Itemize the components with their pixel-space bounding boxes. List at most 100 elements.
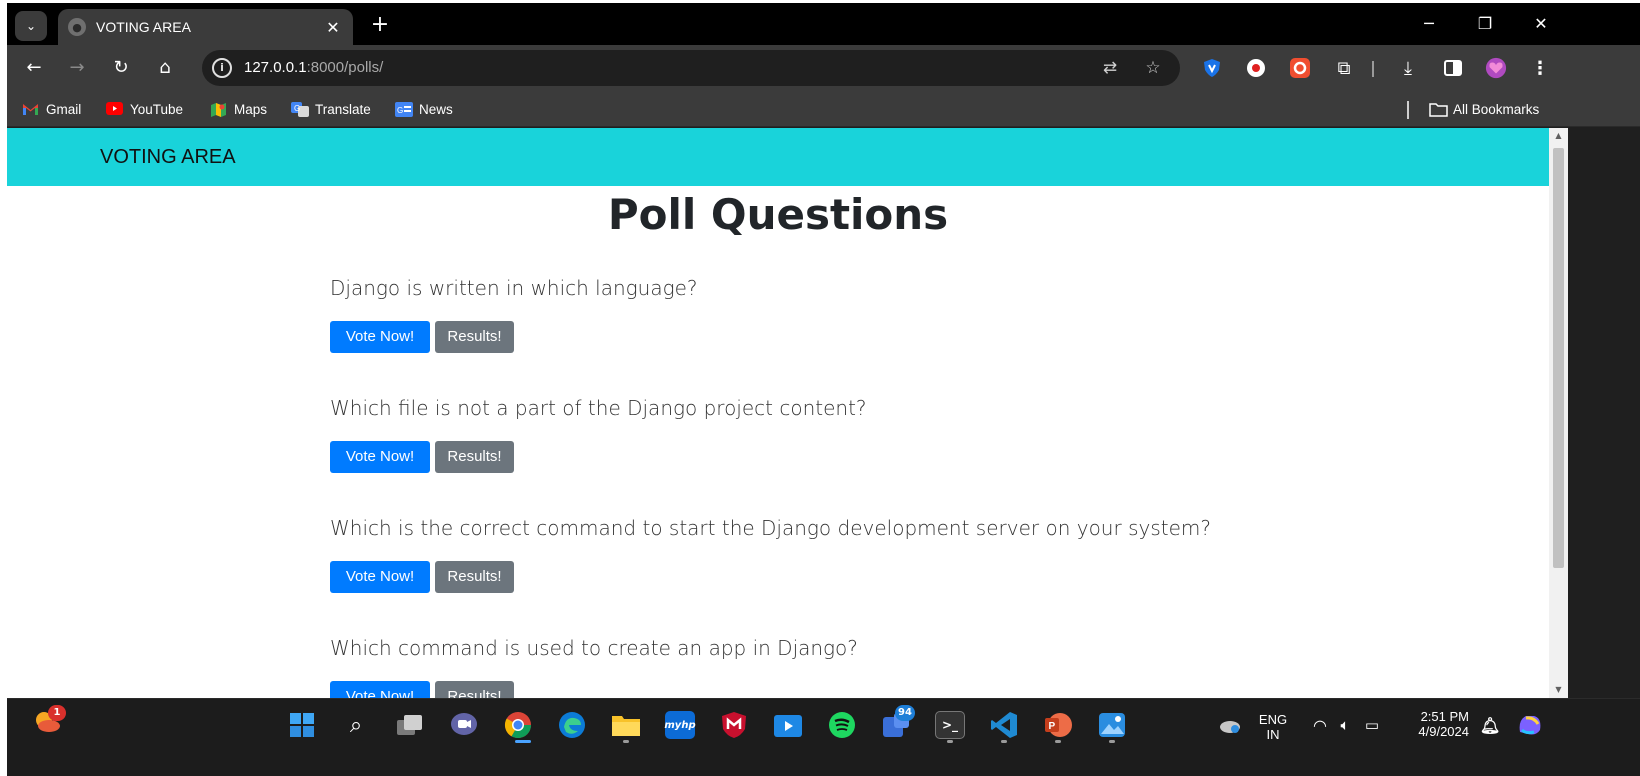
edge-icon[interactable] — [557, 711, 587, 739]
battery-icon[interactable]: ▭ — [1357, 711, 1387, 739]
clock-time: 2:51 PM — [1420, 709, 1469, 724]
weather-badge: 1 — [48, 705, 66, 721]
bookmark-news[interactable]: G News — [395, 99, 453, 119]
onedrive-icon[interactable] — [1217, 711, 1243, 739]
tab-title: VOTING AREA — [96, 19, 191, 35]
copilot-icon[interactable] — [1515, 711, 1545, 739]
youtube-icon — [106, 102, 123, 116]
bookmark-star-icon[interactable]: ☆ — [1142, 57, 1164, 79]
volume-icon[interactable]: 🔈︎ — [1330, 711, 1360, 739]
mcafee-icon[interactable] — [719, 711, 749, 739]
active-app-indicator — [515, 740, 531, 743]
photos-icon[interactable] — [1097, 711, 1127, 739]
navbar-brand[interactable]: VOTING AREA — [100, 146, 236, 169]
window-close-icon[interactable]: ✕ — [1521, 11, 1561, 37]
new-tab-button[interactable]: + — [367, 13, 393, 39]
screen-recorder-extension-icon[interactable] — [1289, 57, 1311, 79]
bookmarks-divider — [1407, 101, 1409, 119]
start-windows-icon[interactable] — [287, 711, 317, 739]
app-indicator — [1055, 740, 1061, 743]
bookmark-label: Gmail — [46, 101, 82, 117]
folder-icon — [1429, 102, 1448, 117]
home-icon[interactable]: ⌂ — [151, 54, 179, 82]
task-view-icon[interactable] — [395, 711, 425, 739]
all-bookmarks-button[interactable]: All Bookmarks — [1429, 99, 1539, 119]
forward-arrow-icon[interactable]: → — [63, 54, 91, 82]
app-indicator — [1109, 740, 1115, 743]
restore-icon[interactable]: ❐ — [1465, 11, 1505, 37]
language-indicator[interactable]: ENG IN — [1253, 712, 1293, 742]
bookmark-youtube[interactable]: YouTube — [106, 99, 183, 119]
profile-avatar[interactable] — [1485, 57, 1507, 79]
myhp-icon[interactable]: myhp — [664, 711, 696, 739]
side-panel-icon[interactable] — [1442, 57, 1464, 79]
file-explorer-icon[interactable] — [611, 711, 641, 739]
media-player-icon[interactable] — [773, 711, 803, 739]
teams-chat-icon[interactable] — [449, 711, 479, 739]
menu-kebab-icon[interactable]: ⋮ — [1529, 57, 1551, 79]
bookmark-label: News — [419, 101, 453, 117]
bookmark-gmail[interactable]: Gmail — [22, 99, 81, 119]
translate-page-icon[interactable]: ⇄ — [1099, 57, 1121, 79]
bookmark-label: Translate — [315, 101, 371, 117]
page-scrollbar[interactable]: ▲ ▼ — [1549, 128, 1568, 698]
chevron-down-icon: ⌄ — [25, 19, 37, 33]
svg-text:G: G — [294, 104, 300, 113]
vote-now-button[interactable]: Vote Now! — [330, 321, 430, 353]
question-text: Which is the correct command to start th… — [330, 516, 1211, 540]
bookmark-translate[interactable]: G Translate — [291, 99, 371, 119]
shield-extension-icon[interactable] — [1201, 57, 1223, 79]
results-button[interactable]: Results! — [435, 681, 514, 698]
tab-search-button[interactable]: ⌄ — [15, 11, 47, 41]
bookmark-label: Maps — [234, 101, 268, 117]
scrollbar-thumb[interactable] — [1553, 148, 1564, 568]
tab-close-icon[interactable]: ✕ — [323, 18, 343, 37]
poll-question: Which file is not a part of the Django p… — [330, 396, 1330, 473]
vote-now-button[interactable]: Vote Now! — [330, 561, 430, 593]
poll-question: Which is the correct command to start th… — [330, 516, 1330, 593]
scroll-up-arrow-icon[interactable]: ▲ — [1549, 128, 1568, 144]
results-button[interactable]: Results! — [435, 441, 514, 473]
clock[interactable]: 2:51 PM 4/9/2024 — [1399, 709, 1469, 739]
results-button[interactable]: Results! — [435, 321, 514, 353]
search-icon[interactable]: ⌕ — [341, 711, 371, 739]
url-text[interactable]: 127.0.0.1:8000/polls/ — [244, 59, 383, 76]
vscode-icon[interactable] — [989, 711, 1019, 739]
results-button[interactable]: Results! — [435, 561, 514, 593]
news-icon: G — [395, 102, 413, 117]
page-title: Poll Questions — [607, 190, 949, 239]
maps-icon — [210, 102, 227, 117]
chrome-icon[interactable] — [503, 711, 533, 739]
gmail-icon — [22, 102, 39, 116]
weather-widget-icon[interactable]: 1 — [32, 705, 66, 735]
question-text: Django is written in which language? — [330, 276, 698, 300]
extensions-puzzle-icon[interactable]: ⧉ — [1333, 57, 1355, 79]
powerpoint-icon[interactable]: P — [1043, 711, 1073, 739]
terminal-icon[interactable]: >_ — [935, 711, 965, 739]
browser-window: ⌄ ● VOTING AREA ✕ + ─ ❐ ✕ ← → ↻ ⌂ i 127.… — [7, 3, 1640, 776]
minimize-icon[interactable]: ─ — [1409, 11, 1449, 37]
reload-icon[interactable]: ↻ — [107, 54, 135, 82]
site-navbar: VOTING AREA — [7, 128, 1549, 186]
tab-strip: ⌄ ● VOTING AREA ✕ + ─ ❐ ✕ — [7, 3, 1640, 45]
download-icon[interactable]: ⤓ — [1397, 57, 1419, 79]
record-extension-icon[interactable] — [1245, 57, 1267, 79]
toolbar-divider — [1372, 61, 1374, 77]
bookmark-maps[interactable]: Maps — [210, 99, 267, 119]
address-bar[interactable]: i 127.0.0.1:8000/polls/ ⇄ ☆ — [202, 50, 1180, 86]
vote-now-button[interactable]: Vote Now! — [330, 441, 430, 473]
active-tab[interactable]: ● VOTING AREA ✕ — [58, 9, 353, 45]
app-indicator — [1001, 740, 1007, 743]
browser-toolbar: ← → ↻ ⌂ i 127.0.0.1:8000/polls/ ⇄ ☆ ⧉ ⤓ … — [7, 45, 1640, 91]
windows-taskbar: 1 ⌕ myhp 94 >_ P ENG IN ◠ 🔈︎ ▭ 2:51 PM 4… — [7, 698, 1640, 776]
site-info-icon[interactable]: i — [212, 58, 232, 78]
back-arrow-icon[interactable]: ← — [20, 54, 48, 82]
notification-bell-icon[interactable]: 🔔︎ — [1475, 711, 1505, 739]
teams-icon[interactable]: 94 — [881, 705, 915, 739]
page-content: VOTING AREA Poll Questions Django is wri… — [7, 128, 1549, 698]
teams-badge: 94 — [895, 705, 915, 721]
spotify-icon[interactable] — [827, 711, 857, 739]
vote-now-button[interactable]: Vote Now! — [330, 681, 430, 698]
scroll-down-arrow-icon[interactable]: ▼ — [1549, 682, 1568, 698]
svg-text:P: P — [1049, 721, 1056, 732]
